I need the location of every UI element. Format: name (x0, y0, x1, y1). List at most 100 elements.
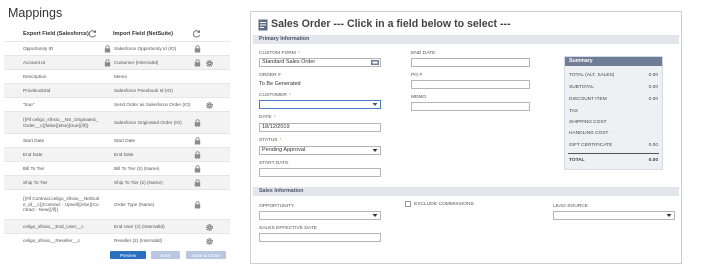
list-picker-icon[interactable] (371, 60, 379, 65)
lock-icon (194, 165, 201, 173)
gear-icon[interactable] (205, 59, 214, 68)
lead-source-select[interactable] (553, 211, 675, 220)
lock-icon (194, 119, 201, 127)
summary-row: TOTAL 0.00 (569, 158, 658, 163)
exclude-commissions-checkbox[interactable] (405, 201, 411, 207)
mapping-row[interactable]: "true" Send Order as Salesforce Order (IO… (4, 97, 230, 111)
import-field-cell[interactable]: Salesforce Opportunity Id (IO) (114, 42, 196, 55)
chevron-down-icon[interactable] (371, 148, 379, 153)
mapping-row[interactable]: Start Date Start Date (4, 133, 230, 147)
mapping-row[interactable]: celigo_sfnsio__End_User__c End User (2) (… (4, 219, 230, 233)
custom-form-select[interactable]: Standard Sales Order (259, 58, 381, 67)
end-date-label: END DATE (411, 51, 436, 56)
start-date-field[interactable] (259, 168, 381, 177)
mapping-rows: Opportunity ID Salesforce Opportunity Id … (4, 41, 230, 247)
customer-label: CUSTOMER * (259, 93, 291, 98)
date-field[interactable]: 18/12/2019 (259, 123, 381, 132)
import-field-cell[interactable]: Ship To Tier (2) (Name) (114, 176, 196, 189)
mapping-row[interactable]: Opportunity ID Salesforce Opportunity Id … (4, 41, 230, 55)
mapping-row[interactable]: {{#if celigo_sfnsio__NS_Originated_Order… (4, 111, 230, 133)
refresh-icon[interactable] (192, 29, 201, 38)
memo-field[interactable] (411, 102, 530, 111)
gear-icon[interactable] (205, 237, 214, 246)
summary-row-value: 0.00 (648, 73, 658, 78)
primary-information-header: Primary Information (253, 35, 679, 44)
import-field-cell[interactable]: Customer (InternalId) (114, 56, 196, 69)
export-field-cell[interactable]: celigo_sfnsio__End_User__c (23, 220, 101, 233)
summary-row-label: HANDLING COST (569, 131, 609, 136)
import-field-cell[interactable]: Order Type (Name) (114, 190, 196, 219)
preview-button[interactable]: Preview (110, 251, 146, 259)
mapping-row[interactable]: Account.Id Customer (InternalId) (4, 55, 230, 69)
lock-icon (104, 45, 111, 53)
chevron-down-icon[interactable] (371, 102, 379, 107)
import-field-cell[interactable]: Bill To Tier (2) (Name) (114, 162, 196, 175)
save-and-close-button[interactable]: Save & Close (186, 251, 226, 259)
export-field-cell[interactable]: {{#if celigo_sfnsio__NS_Originated_Order… (23, 112, 101, 133)
mapping-row[interactable]: Description Memo (4, 69, 230, 83)
mapping-buttons: Preview Save Save & Close (0, 251, 236, 261)
mapping-row[interactable]: Pricebook2Id Salesforce Pricebook Id (IO) (4, 83, 230, 97)
export-field-cell[interactable]: End Date (23, 148, 101, 161)
mapping-row[interactable]: End Date End Date (4, 147, 230, 161)
refresh-icon[interactable] (88, 29, 97, 38)
sales-effective-date-label: SALES EFFECTIVE DATE (259, 226, 318, 231)
import-field-cell[interactable]: Send Order as Salesforce Order (IO) (114, 98, 196, 111)
summary-row: HANDLING COST (569, 131, 658, 136)
po-field[interactable] (411, 80, 530, 89)
export-field-cell[interactable]: Start Date (23, 134, 101, 147)
export-field-cell[interactable]: celigo_sfnsio__Reseller__c (23, 234, 101, 247)
import-field-cell[interactable]: Memo (114, 70, 196, 83)
sales-order-icon (258, 19, 268, 31)
sales-order-title: Sales Order --- Click in a field below t… (271, 18, 511, 30)
mapping-row[interactable]: Ship To Tier Ship To Tier (2) (Name) (4, 175, 230, 189)
import-field-cell[interactable]: End User (2) (InternalId) (114, 220, 196, 233)
lock-icon (194, 45, 201, 53)
summary-row-value: 0.00 (648, 97, 658, 102)
import-field-cell[interactable]: Start Date (114, 134, 196, 147)
gear-icon[interactable] (205, 101, 214, 110)
sales-effective-date-field[interactable] (259, 233, 381, 242)
order-number-label: ORDER # (259, 73, 281, 78)
export-field-cell[interactable]: Pricebook2Id (23, 84, 101, 97)
import-field-cell[interactable]: Salesforce Originated Order (IO) (114, 112, 196, 133)
end-date-field[interactable] (411, 58, 530, 67)
customer-field[interactable] (259, 100, 381, 109)
sales-information-header: Sales Information (253, 187, 679, 196)
lock-icon (194, 59, 201, 67)
import-field-cell[interactable]: Salesforce Pricebook Id (IO) (114, 84, 196, 97)
summary-row-value: 0.00 (648, 158, 658, 163)
chevron-down-icon[interactable] (665, 213, 673, 218)
export-field-cell[interactable]: {{#if Contract.celigo_sfnsio__NetSuite_I… (23, 190, 101, 219)
lock-icon (104, 59, 111, 67)
mapping-row[interactable]: {{#if Contract.celigo_sfnsio__NetSuite_I… (4, 189, 230, 219)
summary-row-label: TAX (569, 109, 578, 114)
export-field-cell[interactable]: Account.Id (23, 56, 101, 69)
export-field-cell[interactable]: Bill To Tier (23, 162, 101, 175)
opportunity-select[interactable] (259, 211, 381, 220)
import-field-cell[interactable]: Reseller (2) (InternalId) (114, 234, 196, 247)
mapping-row[interactable]: Bill To Tier Bill To Tier (2) (Name) (4, 161, 230, 175)
chevron-down-icon[interactable] (371, 213, 379, 218)
summary-row: GIFT CERTIFICATE 0.00 (569, 143, 658, 148)
exclude-commissions-label: EXCLUDE COMMISSIONS (414, 202, 474, 207)
export-field-cell[interactable]: Opportunity ID (23, 42, 101, 55)
po-label: PO # (411, 73, 423, 78)
opportunity-label: OPPORTUNITY (259, 204, 295, 209)
export-field-cell[interactable]: Ship To Tier (23, 176, 101, 189)
memo-label: MEMO (411, 95, 427, 100)
export-field-cell[interactable]: Description (23, 70, 101, 83)
status-select[interactable]: Pending Approval (259, 146, 381, 155)
summary-row: DISCOUNT ITEM 0.00 (569, 97, 658, 102)
summary-row-label: TOTAL (569, 158, 585, 163)
summary-row-value: 0.00 (648, 143, 658, 148)
save-button[interactable]: Save (151, 251, 180, 259)
summary-row-label: SHIPPING COST (569, 120, 607, 125)
mapping-row[interactable]: celigo_sfnsio__Reseller__c Reseller (2) (… (4, 233, 230, 247)
lock-icon (194, 137, 201, 145)
custom-form-label: CUSTOM FORM * (259, 51, 300, 56)
export-field-cell[interactable]: "true" (23, 98, 101, 111)
gear-icon[interactable] (205, 223, 214, 232)
import-field-cell[interactable]: End Date (114, 148, 196, 161)
summary-row: SUBTOTAL 0.00 (569, 85, 658, 90)
